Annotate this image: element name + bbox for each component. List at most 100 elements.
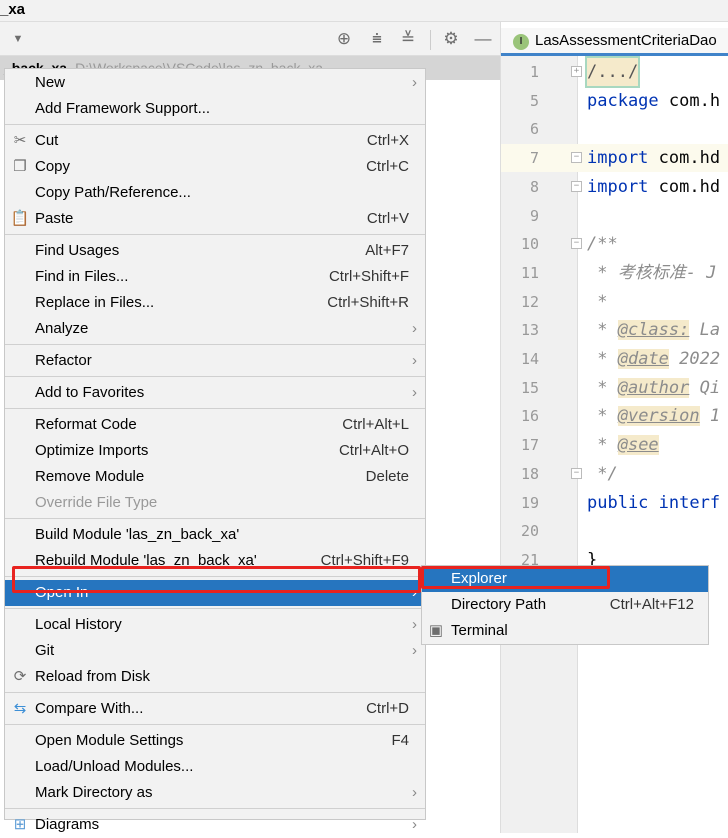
line-number: 1 <box>529 63 539 81</box>
line-number: 12 <box>520 292 539 311</box>
code-line: 6 <box>501 115 728 143</box>
line-number: 11 <box>520 263 539 282</box>
menu-item-override-file-type: Override File Type <box>5 490 425 516</box>
code-text: * @date 2022 <box>587 349 721 369</box>
context-menu: New › Add Framework Support... ✂ Cut Ctrl+X ❐ C… <box>4 68 426 833</box>
menu-item-optimize-imports[interactable]: Optimize Imports Ctrl+Alt+O <box>5 438 425 464</box>
expand-all-icon[interactable]: ⩧ <box>366 29 388 49</box>
chevron-right-icon: › <box>412 320 417 337</box>
toolbar-divider <box>430 30 431 50</box>
menu-item-copy-path-reference[interactable]: Copy Path/Reference... <box>5 180 425 206</box>
shortcut: Delete <box>365 468 409 485</box>
menu-item-label: Build Module 'las_zn_back_xa' <box>35 526 240 543</box>
editor-tab[interactable]: I LasAssessmentCriteriaDao <box>501 28 728 56</box>
fold-icon[interactable]: − <box>571 238 582 250</box>
menu-item-git[interactable]: Git › <box>5 638 425 664</box>
menu-item-label: Add to Favorites <box>35 384 145 401</box>
shortcut: Ctrl+X <box>366 132 409 149</box>
line-number: 6 <box>529 120 539 139</box>
menu-item-build-module-las-zn-back-xa[interactable]: Build Module 'las_zn_back_xa' <box>5 522 425 548</box>
code-text: * @see <box>587 435 659 456</box>
code-text: /** <box>587 234 618 255</box>
paste-icon: 📋 <box>10 210 30 227</box>
menu-item-new[interactable]: New › <box>5 70 425 96</box>
chevron-right-icon: › <box>412 642 417 659</box>
fold-icon[interactable]: − <box>571 152 582 164</box>
code-text: import com.hd <box>587 148 721 169</box>
menu-item-local-history[interactable]: Local History › <box>5 612 425 638</box>
menu-item-label: Terminal <box>451 622 508 639</box>
menu-item-open-module-settings[interactable]: Open Module Settings F4 <box>5 728 425 754</box>
terminal-icon: ▣ <box>428 622 444 639</box>
code-text: */ <box>587 463 618 484</box>
project-toolbar: ▼ ⊕ ⩧ ≚ ⚙ — <box>0 22 500 56</box>
fold-icon[interactable]: + <box>571 66 582 77</box>
code-line: 14 * @date 2022 <box>501 345 728 373</box>
code-line: 10 −/** <box>501 230 728 258</box>
line-number: 19 <box>520 493 539 512</box>
menu-item-find-in-files[interactable]: Find in Files... Ctrl+Shift+F <box>5 264 425 290</box>
menu-item-analyze[interactable]: Analyze › <box>5 316 425 342</box>
chevron-right-icon: › <box>412 384 417 401</box>
shortcut: Ctrl+Alt+O <box>338 442 409 459</box>
shortcut: Ctrl+Alt+F12 <box>609 596 694 613</box>
code-line: 7 − import com.hd <box>501 144 728 173</box>
shortcut: Ctrl+C <box>366 158 409 175</box>
reload-icon: ⟳ <box>13 668 27 685</box>
code-line: 15 * @author Qi <box>501 374 728 402</box>
line-number: 13 <box>520 321 539 340</box>
fold-icon[interactable]: − <box>571 467 582 479</box>
menu-item-directory-path[interactable]: Directory Path Ctrl+Alt+F12 <box>422 592 708 618</box>
code-line: 18 − */ <box>501 460 728 488</box>
gear-icon[interactable]: ⚙ <box>440 29 462 49</box>
menu-item-add-framework-support[interactable]: Add Framework Support... <box>5 96 425 122</box>
menu-item-label: New <box>35 74 66 91</box>
menu-item-add-to-favorites[interactable]: Add to Favorites › <box>5 380 425 406</box>
menu-item-label: Cut <box>35 132 59 149</box>
line-number: 9 <box>529 206 539 225</box>
shortcut: Ctrl+Alt+L <box>342 416 409 433</box>
menu-item-replace-in-files[interactable]: Replace in Files... Ctrl+Shift+R <box>5 290 425 316</box>
menu-item-reformat-code[interactable]: Reformat Code Ctrl+Alt+L <box>5 412 425 438</box>
menu-item-label: Explorer <box>451 570 507 587</box>
chevron-right-icon: › <box>412 584 417 601</box>
menu-item-label: Diagrams <box>35 816 100 833</box>
menu-item-compare-with[interactable]: ⇆ Compare With... Ctrl+D <box>5 696 425 722</box>
menu-item-refactor[interactable]: Refactor › <box>5 348 425 374</box>
menu-item-label: Refactor <box>35 352 92 369</box>
collapse-all-icon[interactable]: ≚ <box>397 29 419 49</box>
code-line: 20 <box>501 517 728 545</box>
menu-item-reload-from-disk[interactable]: ⟳ Reload from Disk <box>5 664 425 690</box>
locate-icon[interactable]: ⊕ <box>333 29 355 49</box>
menu-item-label: Analyze <box>35 320 89 337</box>
menu-item-terminal[interactable]: ▣ Terminal <box>422 618 708 644</box>
dropdown-arrow-icon[interactable]: ▼ <box>7 29 29 49</box>
menu-item-label: Local History <box>35 616 122 633</box>
menu-item-label: Copy <box>35 158 71 175</box>
menu-item-diagrams[interactable]: ⊞ Diagrams › <box>5 812 425 838</box>
line-number: 5 <box>529 91 539 110</box>
menu-item-open-in[interactable]: Open In › <box>5 580 425 606</box>
menu-item-label: Optimize Imports <box>35 442 149 459</box>
minimize-icon[interactable]: — <box>472 29 494 49</box>
code-line: 16 * @version 1 <box>501 402 728 430</box>
menu-item-rebuild-module-las-zn-back-xa[interactable]: Rebuild Module 'las_zn_back_xa' Ctrl+Shif… <box>5 548 425 574</box>
window-title: _xa <box>0 0 728 22</box>
menu-item-label: Rebuild Module 'las_zn_back_xa' <box>35 552 257 569</box>
menu-item-find-usages[interactable]: Find Usages Alt+F7 <box>5 238 425 264</box>
menu-item-mark-directory-as[interactable]: Mark Directory as › <box>5 780 425 806</box>
diagrams-icon: ⊞ <box>13 816 27 833</box>
menu-item-copy[interactable]: ❐ Copy Ctrl+C <box>5 154 425 180</box>
fold-icon[interactable]: − <box>571 180 582 192</box>
menu-item-label: Remove Module <box>35 468 145 485</box>
chevron-right-icon: › <box>412 784 417 801</box>
menu-item-remove-module[interactable]: Remove Module Delete <box>5 464 425 490</box>
tab-label: LasAssessmentCriteriaDao <box>535 32 717 49</box>
menu-item-paste[interactable]: 📋 Paste Ctrl+V <box>5 206 425 232</box>
menu-item-cut[interactable]: ✂ Cut Ctrl+X <box>5 128 425 154</box>
code-line: 9 <box>501 202 728 230</box>
menu-item-explorer[interactable]: Explorer <box>422 566 708 592</box>
code-editor[interactable]: I LasAssessmentCriteriaDao 1 +/.../ 5 packag… <box>500 22 728 833</box>
chevron-right-icon: › <box>412 616 417 633</box>
menu-item-load-unload-modules[interactable]: Load/Unload Modules... <box>5 754 425 780</box>
